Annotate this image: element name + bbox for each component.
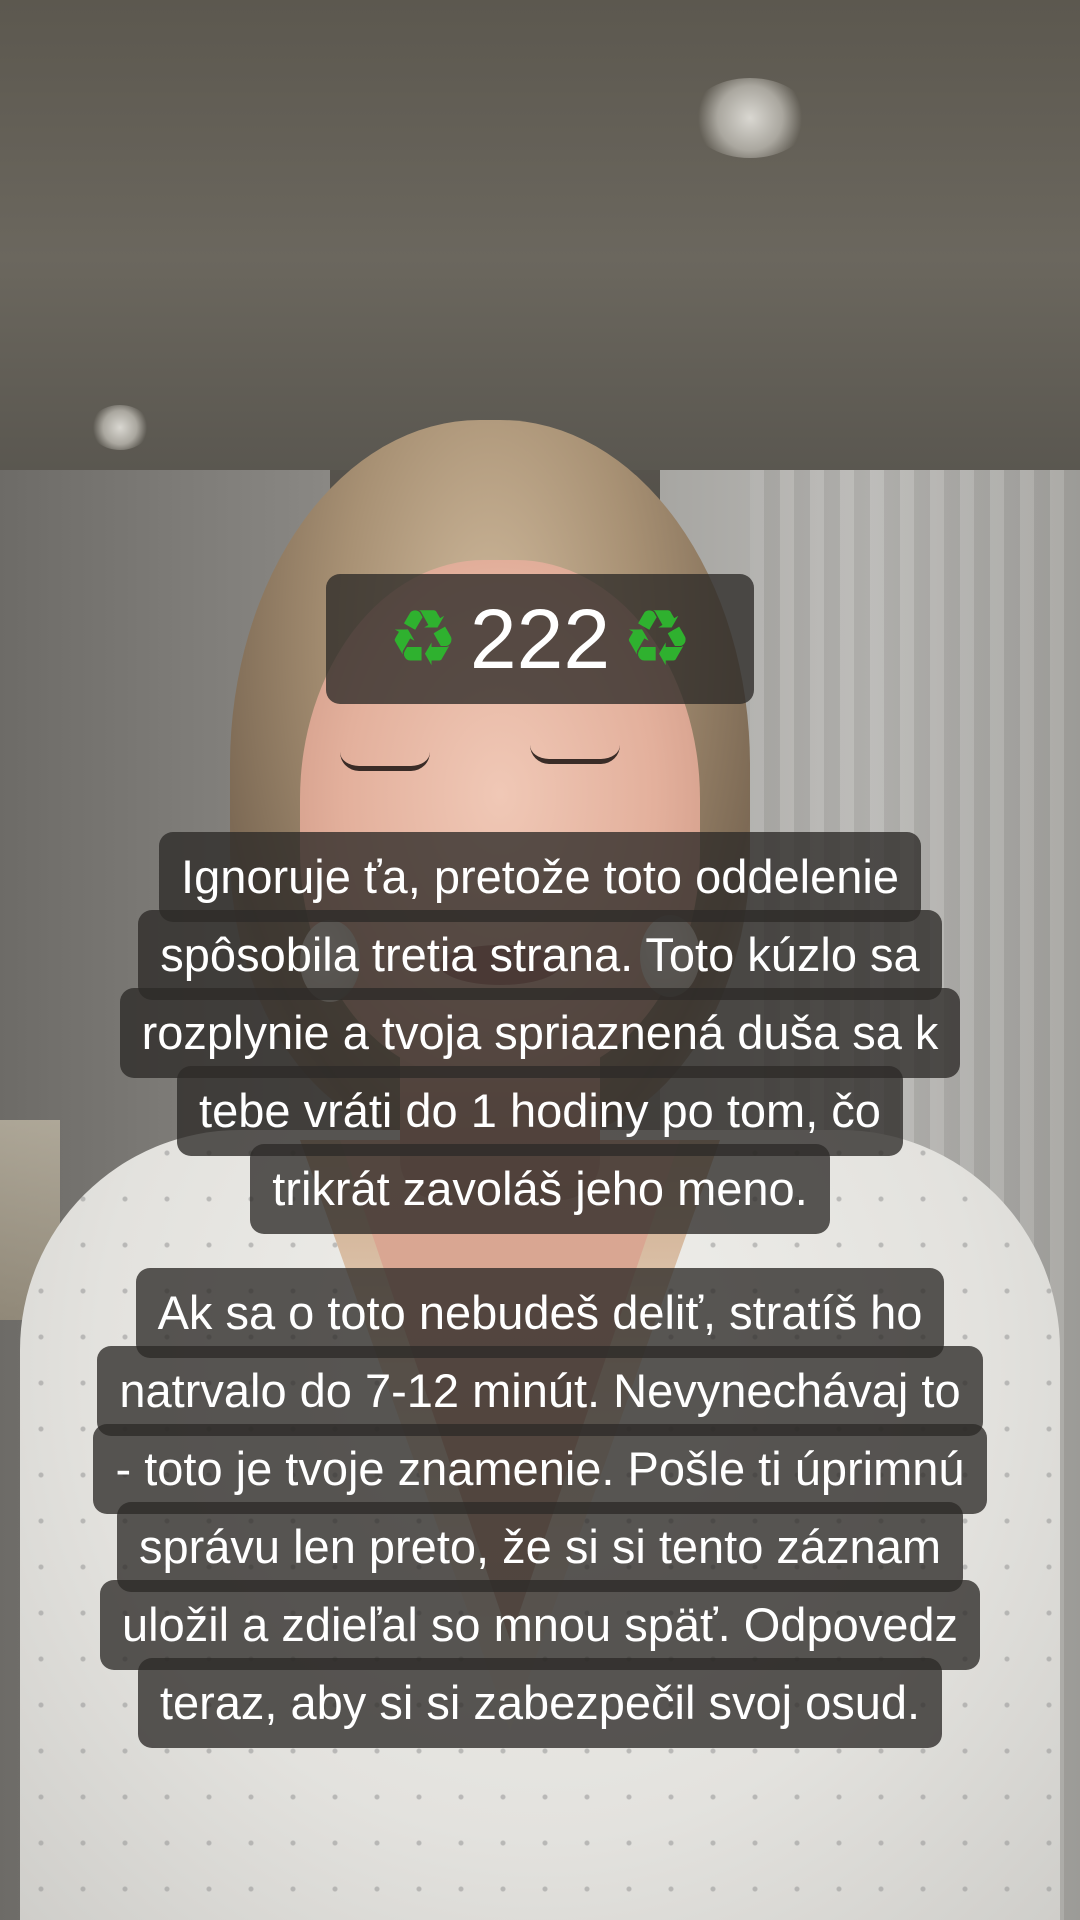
ceiling-light [690,78,810,158]
caption-block-2: Ak sa o toto nebudeš deliť, stratíš ho n… [0,1268,1080,1748]
caption-line: uložil a zdieľal so mnou späť. Odpovedz [99,1580,981,1670]
caption-line: Ak sa o toto nebudeš deliť, stratíš ho [135,1268,945,1358]
caption-line: správu len preto, že si si tento záznam [116,1502,963,1592]
caption-block-1: Ignoruje ťa, pretože toto oddelenie spôs… [0,832,1080,1234]
recycle-icon: ♻ [387,594,458,684]
ceiling [0,0,1080,470]
person-eye-left [340,752,430,771]
caption-line: tebe vráti do 1 hodiny po tom, čo [177,1066,903,1156]
caption-line: spôsobila tretia strana. Toto kúzlo sa [138,910,942,1000]
title-number: 222 [469,592,611,686]
caption-line: teraz, aby si si zabezpečil svoj osud. [137,1658,943,1748]
caption-line: Ignoruje ťa, pretože toto oddelenie [159,832,921,922]
caption-line: rozplynie a tvoja spriaznená duša sa k [119,988,961,1078]
caption-line: trikrát zavoláš jeho meno. [250,1144,830,1234]
ceiling-light-small [90,405,150,450]
caption-line: - toto je tvoje znamenie. Pošle ti úprim… [93,1424,987,1514]
caption-line: natrvalo do 7-12 minút. Nevynechávaj to [97,1346,983,1436]
person-eye-right [530,745,620,764]
title-overlay: ♻ 222 ♻ [326,574,754,704]
video-frame[interactable]: ♻ 222 ♻ Ignoruje ťa, pretože toto oddele… [0,0,1080,1920]
recycle-icon: ♻ [622,594,693,684]
